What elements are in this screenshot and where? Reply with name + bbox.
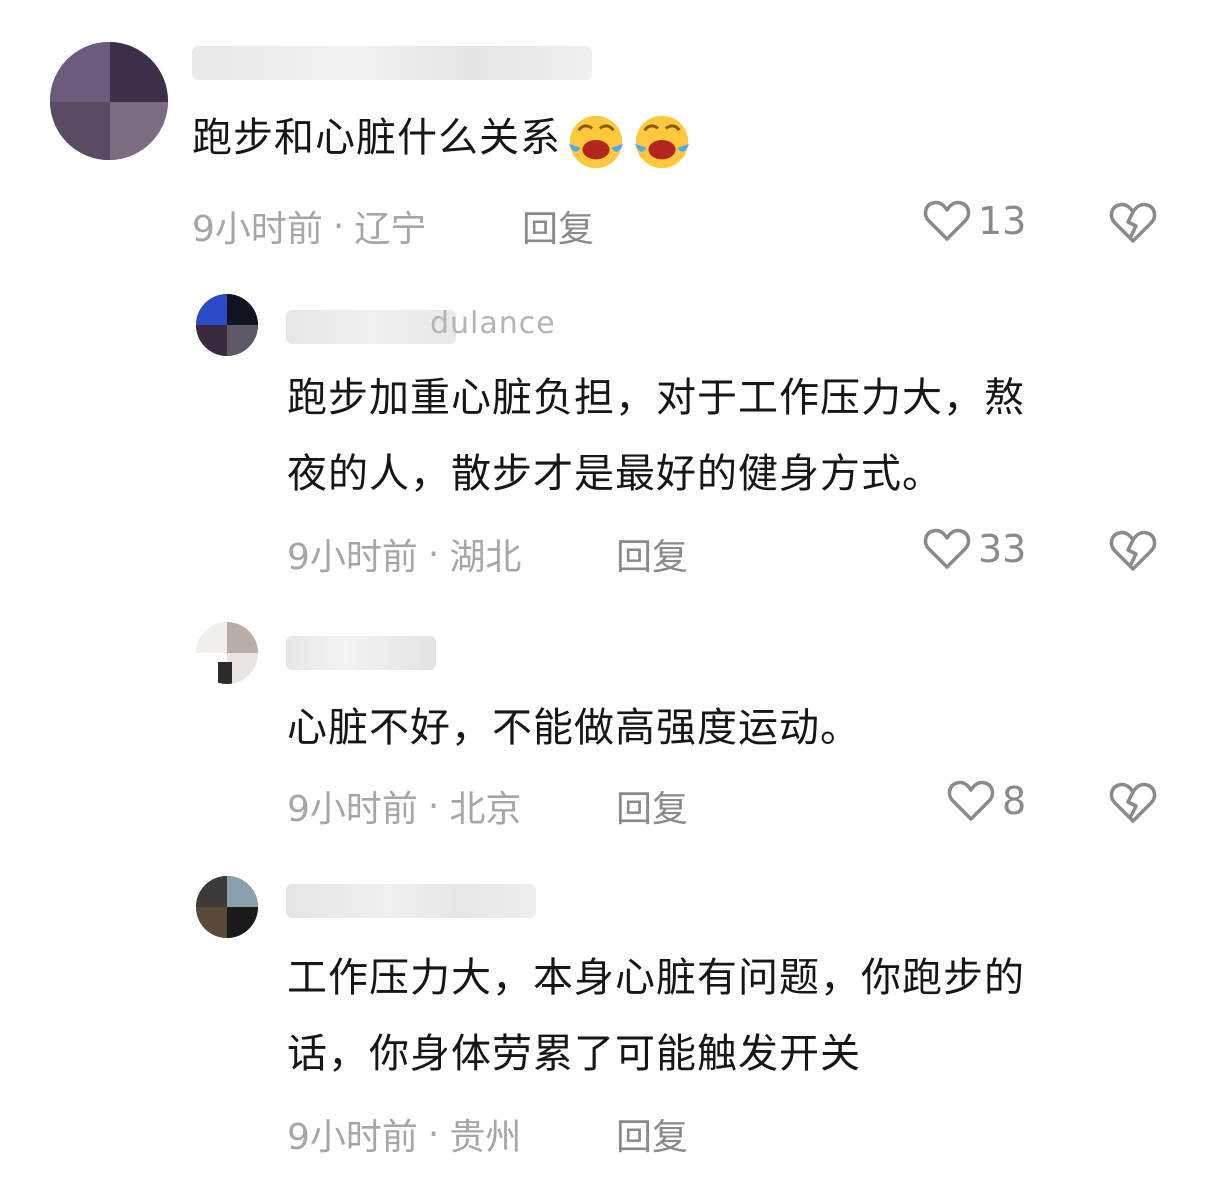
timestamp: 9小时前	[287, 537, 418, 578]
comment-meta: 9小时前 · 辽宁	[192, 200, 426, 252]
like-button[interactable]: 8	[946, 776, 1026, 826]
crying-laughing-emoji-icon	[634, 115, 690, 169]
location: 贵州	[449, 1117, 522, 1158]
like-button[interactable]: 33	[922, 524, 1026, 574]
like-count: 13	[978, 199, 1027, 243]
avatar[interactable]	[50, 42, 168, 160]
comment-text: 工作压力大，本身心脏有问题，你跑步的 话，你身体劳累了可能触发开关	[287, 955, 1025, 1077]
reply-button[interactable]: 回复	[522, 200, 594, 252]
heart-icon	[923, 200, 971, 241]
heart-icon	[947, 780, 995, 821]
separator: ·	[427, 1113, 440, 1155]
broken-heart-icon[interactable]	[1108, 778, 1158, 828]
avatar[interactable]	[196, 622, 258, 684]
username-blurred[interactable]	[286, 884, 536, 918]
username-blurred[interactable]	[192, 46, 592, 80]
comment-meta: 9小时前 · 北京	[287, 780, 521, 832]
broken-heart-icon[interactable]	[1108, 198, 1158, 248]
like-count: 33	[978, 527, 1027, 571]
like-count: 8	[1002, 779, 1027, 823]
reply-button[interactable]: 回复	[616, 528, 688, 580]
username-blurred[interactable]	[286, 636, 436, 670]
reply-button[interactable]: 回复	[616, 1108, 688, 1160]
broken-heart-icon[interactable]	[1108, 526, 1158, 576]
location: 辽宁	[354, 209, 427, 250]
avatar[interactable]	[196, 876, 258, 938]
comment-text: 跑步加重心脏负担，对于工作压力大，熬 夜的人，散步才是最好的健身方式。	[287, 375, 1025, 497]
like-button[interactable]: 13	[922, 196, 1026, 246]
timestamp: 9小时前	[287, 1117, 418, 1158]
comment-text: 心脏不好，不能做高强度运动。	[287, 705, 861, 751]
location: 湖北	[449, 537, 522, 578]
timestamp: 9小时前	[287, 789, 418, 830]
separator: ·	[427, 785, 440, 827]
avatar[interactable]	[196, 294, 258, 356]
heart-icon	[923, 528, 971, 569]
separator: ·	[427, 533, 440, 575]
comment-meta: 9小时前 · 贵州	[287, 1108, 521, 1160]
timestamp: 9小时前	[192, 209, 323, 250]
username-fragment: dulance	[430, 306, 556, 341]
location: 北京	[449, 789, 522, 830]
reply-button[interactable]: 回复	[616, 780, 688, 832]
separator: ·	[332, 205, 345, 247]
comment-meta: 9小时前 · 湖北	[287, 528, 521, 580]
comment-text: 跑步和心脏什么关系	[192, 100, 693, 176]
crying-laughing-emoji-icon	[568, 115, 624, 169]
